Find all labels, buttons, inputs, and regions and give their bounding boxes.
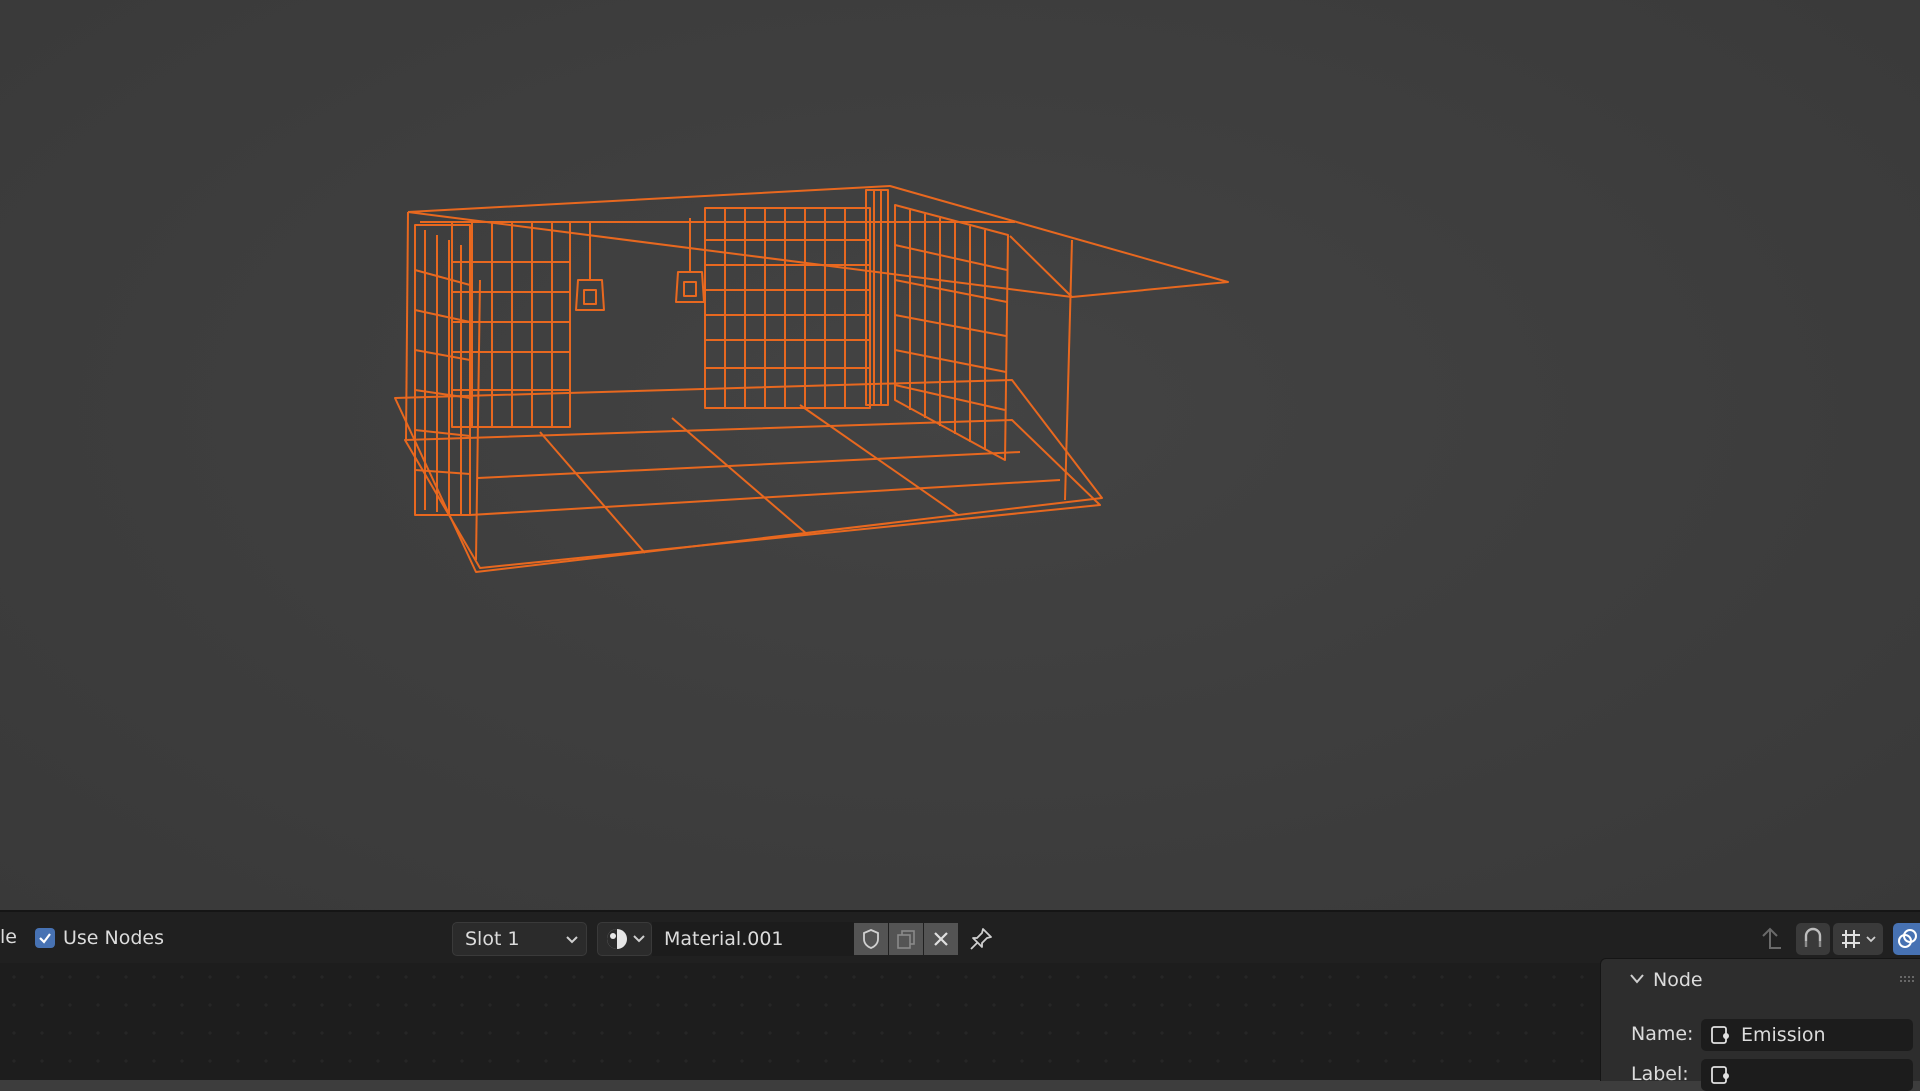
checkmark-icon	[39, 933, 51, 944]
pin-button[interactable]	[968, 926, 994, 956]
chevron-down-icon	[1630, 974, 1644, 984]
use-nodes-checkbox[interactable]	[35, 928, 55, 948]
node-editor-header: le Use Nodes Slot 1 Material.001	[0, 910, 1920, 965]
overlay-toggle[interactable]	[1893, 923, 1920, 955]
node-panel-title: Node	[1653, 969, 1703, 991]
pin-icon	[970, 928, 992, 950]
name-label: Name:	[1631, 1023, 1694, 1045]
close-icon	[934, 932, 948, 946]
node-label-field[interactable]	[1701, 1059, 1913, 1091]
sphere-icon	[606, 929, 627, 949]
overlay-icon	[1897, 929, 1917, 948]
slot-label: Slot 1	[465, 928, 520, 950]
drag-handle-icon[interactable]	[1899, 975, 1917, 983]
material-browse-button[interactable]	[597, 922, 652, 956]
grid-snap-icon	[1842, 930, 1860, 948]
duplicate-icon	[897, 930, 915, 949]
material-name: Material.001	[664, 928, 784, 950]
parent-node-tree-button[interactable]	[1755, 924, 1785, 958]
material-name-field[interactable]: Material.001	[652, 922, 854, 956]
snap-toggle[interactable]	[1796, 923, 1830, 955]
shield-icon	[863, 929, 879, 949]
duplicate-material-button[interactable]	[889, 923, 923, 955]
fake-user-button[interactable]	[854, 923, 888, 955]
3d-viewport[interactable]	[0, 0, 1920, 910]
chevron-down-icon	[566, 936, 578, 944]
node-name-field[interactable]: Emission	[1701, 1019, 1913, 1051]
wireframe-room-model	[394, 185, 1229, 573]
node-icon	[1711, 1066, 1729, 1084]
label-label: Label:	[1631, 1063, 1689, 1085]
chevron-down-icon	[632, 935, 645, 943]
use-nodes-label: Use Nodes	[63, 927, 165, 949]
snap-mode-dropdown[interactable]	[1833, 923, 1883, 955]
editor-mode-label[interactable]: le	[0, 926, 17, 948]
magnet-icon	[1804, 927, 1822, 947]
node-icon	[1711, 1026, 1729, 1044]
arrow-up-icon	[1762, 927, 1781, 949]
unlink-material-button[interactable]	[924, 923, 958, 955]
node-panel-header[interactable]: Node	[1601, 959, 1920, 999]
node-name-value: Emission	[1741, 1024, 1826, 1046]
use-nodes-toggle[interactable]: Use Nodes	[35, 927, 164, 949]
chevron-down-icon	[1866, 936, 1876, 943]
node-sidebar-panel: Node Name: Emission Label:	[1600, 958, 1920, 1091]
slot-dropdown[interactable]: Slot 1	[452, 922, 587, 956]
